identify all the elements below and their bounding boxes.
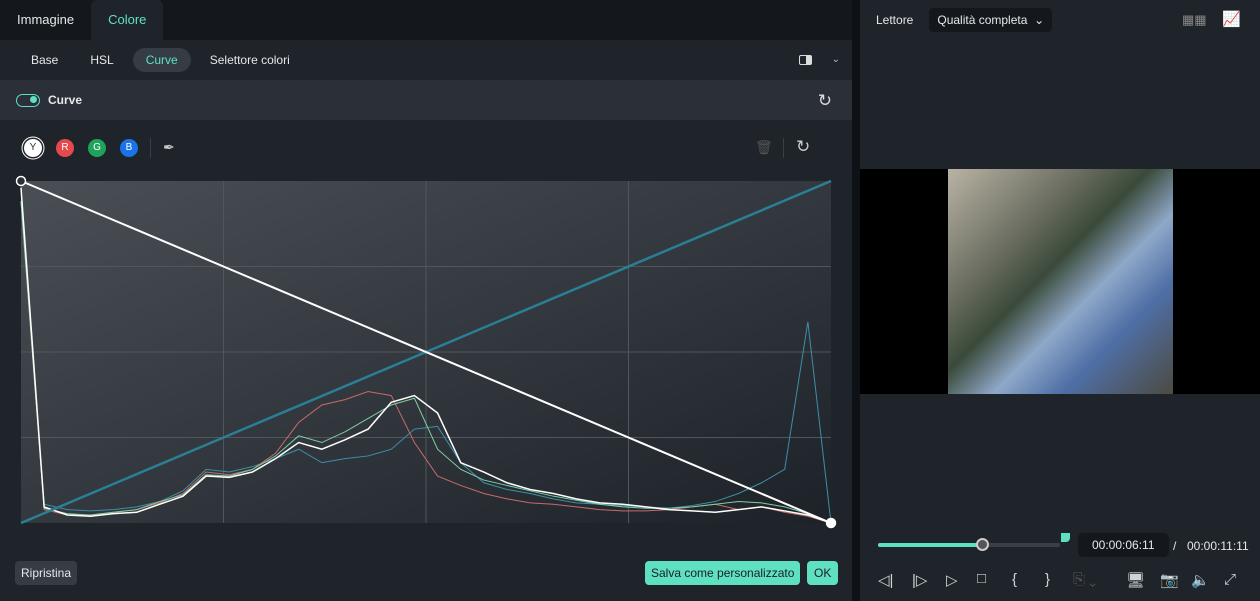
mark-out-icon[interactable]: } (1045, 571, 1050, 588)
subtab-curve[interactable]: Curve (132, 48, 191, 72)
player-panel: Lettore Qualità completa ⌄ ▦▦ 📈 00:00:06… (860, 0, 1260, 601)
channel-b-button[interactable]: B (120, 139, 138, 157)
main-tabs: Immagine Colore (0, 0, 852, 40)
curve-section-header: Curve ↻ (0, 80, 852, 120)
timeline-scrubber[interactable] (878, 538, 1060, 551)
insert-clip-icon[interactable]: ⎘ ⌄ (1073, 571, 1096, 588)
color-panel: Immagine Colore Base HSL Curve Selettore… (0, 0, 852, 601)
reset-button[interactable]: Ripristina (15, 561, 78, 585)
grid-view-icon[interactable]: ▦▦ (1182, 12, 1207, 28)
display-icon[interactable]: 🖥 (1126, 571, 1145, 589)
compare-view-icon[interactable] (799, 55, 812, 65)
stop-icon[interactable]: □ (977, 570, 986, 587)
channel-g-button[interactable]: G (88, 139, 106, 157)
subtab-color-picker[interactable]: Selettore colori (197, 48, 303, 72)
total-time: 00:00:11:11 (1187, 539, 1249, 553)
reset-curve-icon[interactable]: ↻ (796, 137, 810, 157)
tab-immagine[interactable]: Immagine (0, 0, 91, 40)
curve-toggle[interactable] (16, 93, 40, 107)
preview-image (948, 169, 1173, 394)
prev-frame-icon[interactable]: ◁| (878, 571, 893, 589)
divider (783, 138, 784, 158)
scope-icon[interactable]: 📈 (1222, 10, 1241, 28)
volume-icon[interactable]: 🔈 (1191, 571, 1210, 589)
section-title: Curve (48, 93, 83, 107)
save-custom-button[interactable]: Salva come personalizzato (645, 561, 801, 585)
video-preview (860, 169, 1260, 394)
channel-r-button[interactable]: R (56, 139, 74, 157)
eyedropper-icon[interactable]: ✒ (163, 139, 175, 156)
mark-in-icon[interactable]: { (1012, 571, 1017, 588)
curve-editor[interactable] (0, 170, 852, 530)
sub-tabs: Base HSL Curve Selettore colori (0, 40, 852, 80)
quality-value: Qualità completa (937, 13, 1028, 27)
player-label: Lettore (876, 13, 914, 27)
chevron-down-icon[interactable]: ⌄ (832, 54, 840, 65)
fullscreen-icon[interactable]: ⤢ (1224, 571, 1236, 588)
tab-colore[interactable]: Colore (91, 0, 164, 40)
subtab-hsl[interactable]: HSL (77, 48, 126, 72)
playhead-handle[interactable] (975, 538, 989, 551)
out-marker[interactable] (1061, 533, 1070, 542)
subtab-base[interactable]: Base (18, 48, 71, 72)
trash-icon[interactable]: 🗑 (755, 139, 773, 156)
time-separator: / (1173, 539, 1177, 553)
snapshot-icon[interactable]: 📷 (1160, 571, 1179, 589)
play-icon[interactable]: ▷ (946, 571, 958, 589)
reset-section-icon[interactable]: ↻ (818, 91, 832, 111)
channel-y-button[interactable]: Y (24, 139, 42, 157)
quality-select[interactable]: Qualità completa ⌄ (929, 8, 1053, 32)
curve-control-point[interactable] (825, 517, 837, 529)
current-time[interactable]: 00:00:06:11 (1078, 533, 1169, 557)
divider (150, 138, 151, 158)
ok-button[interactable]: OK (807, 561, 839, 585)
progress-fill (878, 543, 982, 547)
next-frame-icon[interactable]: |▷ (912, 571, 927, 589)
curve-control-point[interactable] (15, 175, 27, 187)
